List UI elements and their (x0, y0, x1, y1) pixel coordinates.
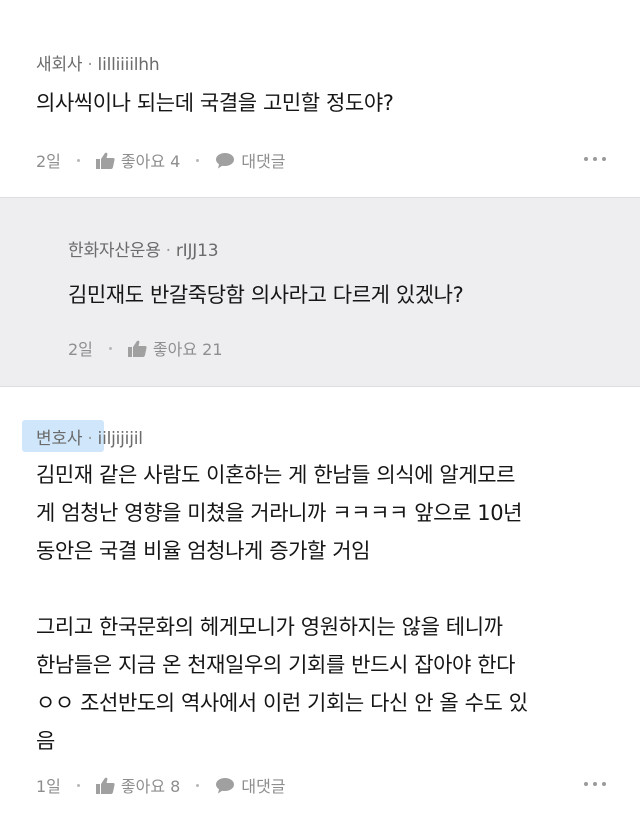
speech-bubble-icon (216, 777, 235, 793)
thumbs-up-icon (95, 152, 115, 169)
comment-item: 새회사 · lilliiiilhh 의사씩이나 되는데 국결을 고민할 정도야? 2… (0, 0, 640, 198)
reply-button[interactable]: 대댓글 (215, 148, 286, 172)
more-options-icon[interactable] (584, 782, 606, 786)
author-separator: · (87, 429, 93, 449)
thumbs-up-icon (127, 340, 147, 357)
reply-label: 대댓글 (241, 777, 286, 796)
thumbs-up-icon (95, 777, 115, 794)
author-company: 새회사 (36, 55, 83, 75)
comment-author[interactable]: 한화자산운용 · rIJJ13 (68, 236, 219, 261)
comment-text-line: 음 (36, 729, 55, 753)
author-company: 변호사 (36, 429, 83, 449)
meta-dot (76, 158, 80, 162)
more-options-icon[interactable] (584, 157, 606, 161)
comment-body: 김민재 같은 사람도 이혼하는 게 한남들 의식에 알게모르 게 엄청난 영향을… (36, 456, 626, 760)
comment-time: 2일 (68, 340, 93, 359)
meta-dot (196, 783, 200, 787)
author-nickname: iiljijijil (97, 429, 143, 449)
comment-author[interactable]: 새회사 · lilliiiilhh (36, 50, 160, 75)
author-nickname: rIJJ13 (175, 241, 219, 261)
comment-text-line: 한남들은 지금 온 천재일우의 기회를 반드시 잡아야 한다 (36, 653, 516, 677)
comment-text-line: ㅇㅇ 조선반도의 역사에서 이런 기회는 다신 안 올 수도 있 (36, 691, 528, 715)
like-count: 좋아요 8 (120, 777, 181, 796)
author-separator: · (87, 55, 93, 75)
like-button[interactable]: 좋아요 8 (95, 773, 181, 797)
comment-text-line: 의사씩이나 되는데 국결을 고민할 정도야? (36, 91, 394, 115)
comment-time: 2일 (36, 152, 61, 171)
meta-dot (108, 346, 112, 350)
comment-text-line: 김민재 같은 사람도 이혼하는 게 한남들 의식에 알게모르 (36, 463, 516, 487)
comment-time: 1일 (36, 777, 61, 796)
comment-author[interactable]: 변호사 · iiljijijil (36, 424, 143, 449)
comment-text-line: 동안은 국결 비율 엄청나게 증가할 거임 (36, 539, 371, 563)
like-count: 좋아요 4 (120, 152, 181, 171)
comment-text-line: 게 엄청난 영향을 미쳤을 거라니까 ㅋㅋㅋㅋ 앞으로 10년 (36, 501, 523, 525)
reply-item: 한화자산운용 · rIJJ13 김민재도 반갈죽당함 의사라고 다르게 있겠나? 2… (0, 198, 640, 386)
meta-dot (196, 158, 200, 162)
comment-text-line: 그리고 한국문화의 헤게모니가 영원하지는 않을 테니까 (36, 615, 503, 639)
speech-bubble-icon (216, 152, 235, 168)
comment-body: 김민재도 반갈죽당함 의사라고 다르게 있겠나? (68, 276, 464, 314)
like-button[interactable]: 좋아요 4 (95, 148, 181, 172)
like-button[interactable]: 좋아요 21 (127, 336, 223, 360)
author-company: 한화자산운용 (68, 241, 161, 261)
comment-meta: 2일 좋아요 4 대댓글 (36, 148, 286, 172)
like-count: 좋아요 21 (152, 340, 223, 359)
reply-label: 대댓글 (241, 152, 286, 171)
author-nickname: lilliiiilhh (97, 55, 160, 75)
reply-button[interactable]: 대댓글 (215, 773, 286, 797)
comment-text-line: 김민재도 반갈죽당함 의사라고 다르게 있겠나? (68, 283, 464, 307)
comment-body: 의사씩이나 되는데 국결을 고민할 정도야? (36, 84, 394, 122)
comment-meta: 2일 좋아요 21 (68, 336, 223, 360)
comment-item: 변호사 · iiljijijil 김민재 같은 사람도 이혼하는 게 한남들 의식에… (0, 386, 640, 836)
author-separator: · (165, 241, 171, 261)
comment-meta: 1일 좋아요 8 대댓글 (36, 773, 286, 797)
meta-dot (76, 783, 80, 787)
